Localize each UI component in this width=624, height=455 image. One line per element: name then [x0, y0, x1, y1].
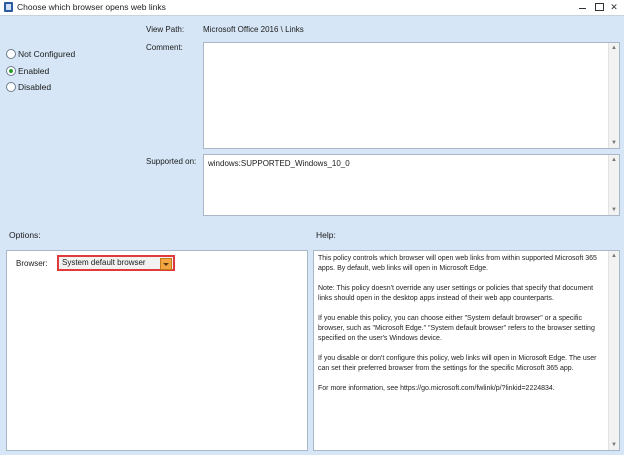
- help-paragraph: If you enable this policy, you can choos…: [318, 315, 595, 342]
- radio-enabled-circle[interactable]: [6, 66, 16, 76]
- radio-not-configured-label[interactable]: Not Configured: [18, 49, 75, 59]
- help-label: Help:: [316, 230, 336, 240]
- supported-on-label: Supported on:: [146, 157, 197, 166]
- help-text: This policy controls which browser will …: [318, 254, 603, 404]
- chevron-down-icon[interactable]: [160, 258, 172, 270]
- radio-enabled-label[interactable]: Enabled: [18, 66, 49, 76]
- comment-label: Comment:: [146, 43, 183, 52]
- scroll-up-icon[interactable]: ▲: [609, 155, 619, 165]
- window-title: Choose which browser opens web links: [17, 2, 166, 12]
- supported-on-scrollbar[interactable]: ▲ ▼: [608, 155, 619, 215]
- help-paragraph: If you disable or don't configure this p…: [318, 355, 597, 372]
- browser-dropdown[interactable]: System default browser: [57, 255, 175, 271]
- comment-textarea[interactable]: ▲ ▼: [203, 42, 620, 149]
- scroll-down-icon[interactable]: ▼: [609, 440, 619, 450]
- help-paragraph: For more information, see https://go.mic…: [318, 385, 555, 392]
- help-paragraph: This policy controls which browser will …: [318, 255, 597, 272]
- scroll-up-icon[interactable]: ▲: [609, 251, 619, 261]
- radio-disabled-circle[interactable]: [6, 82, 16, 92]
- close-button[interactable]: ✕: [607, 1, 621, 13]
- view-path-value: Microsoft Office 2016 \ Links: [203, 25, 304, 34]
- supported-on-value: windows:SUPPORTED_Windows_10_0: [208, 159, 350, 168]
- help-scrollbar[interactable]: ▲ ▼: [608, 251, 619, 450]
- comment-scrollbar[interactable]: ▲ ▼: [608, 43, 619, 148]
- title-bar: Choose which browser opens web links ✕: [0, 0, 624, 16]
- scroll-down-icon[interactable]: ▼: [609, 138, 619, 148]
- supported-on-box: windows:SUPPORTED_Windows_10_0 ▲ ▼: [203, 154, 620, 216]
- browser-label: Browser:: [16, 259, 48, 268]
- maximize-button[interactable]: [592, 1, 606, 13]
- options-panel: Browser: System default browser: [6, 250, 308, 451]
- radio-disabled-label[interactable]: Disabled: [18, 82, 51, 92]
- browser-dropdown-value[interactable]: System default browser: [62, 258, 146, 267]
- scroll-down-icon[interactable]: ▼: [609, 205, 619, 215]
- help-paragraph: Note: This policy doesn't override any u…: [318, 285, 594, 302]
- radio-not-configured-circle[interactable]: [6, 49, 16, 59]
- view-path-label: View Path:: [146, 25, 185, 34]
- scroll-up-icon[interactable]: ▲: [609, 43, 619, 53]
- help-panel: This policy controls which browser will …: [313, 250, 620, 451]
- policy-app-icon: [4, 2, 13, 12]
- minimize-button[interactable]: [575, 1, 589, 13]
- options-label: Options:: [9, 230, 41, 240]
